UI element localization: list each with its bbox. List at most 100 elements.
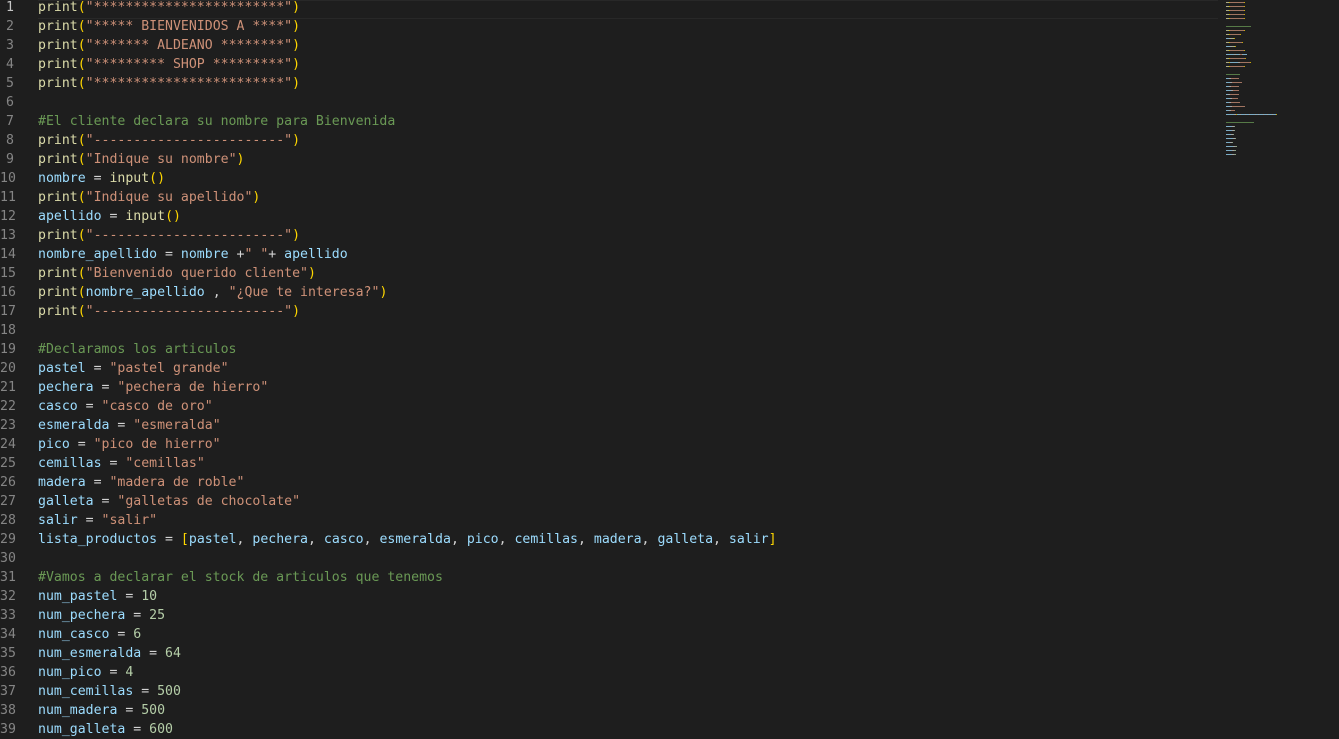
code-token: ( (77, 133, 86, 148)
code-line[interactable]: num_pechera = 25 (38, 606, 165, 625)
code-token: pico (466, 532, 499, 547)
line-number: 39 (0, 722, 16, 737)
code-line[interactable]: lista_productos = [pastel, pechera, casc… (38, 530, 777, 549)
code-token: num_cemillas (38, 684, 134, 699)
code-line[interactable]: galleta = "galletas de chocolate" (38, 492, 300, 511)
code-token: ) (292, 304, 301, 319)
code-line[interactable]: nombre_apellido = nombre +" "+ apellido (38, 245, 348, 264)
code-token: [ (180, 532, 189, 547)
code-token: print (38, 152, 78, 167)
code-line[interactable]: cemillas = "cemillas" (38, 454, 205, 473)
minimap-mark (1231, 110, 1235, 111)
code-token: nombre (180, 247, 229, 262)
code-token: 64 (165, 646, 181, 661)
minimap-mark (1244, 18, 1245, 19)
code-token: input (125, 209, 166, 224)
minimap-mark (1235, 146, 1237, 147)
code-line[interactable]: print("************************") (38, 74, 300, 93)
code-token: = (117, 703, 142, 718)
line-number: 26 (0, 475, 16, 490)
code-token: ( (77, 266, 86, 281)
code-line[interactable]: num_esmeralda = 64 (38, 644, 181, 663)
line-number: 21 (0, 380, 16, 395)
code-token: "pastel grande" (109, 361, 229, 376)
minimap-mark (1235, 46, 1236, 47)
minimap-mark (1244, 50, 1245, 51)
code-token: = (101, 209, 126, 224)
line-number: 30 (0, 551, 16, 566)
code-line[interactable]: num_cemillas = 500 (38, 682, 181, 701)
minimap-mark (1232, 98, 1238, 99)
code-line[interactable]: esmeralda = "esmeralda" (38, 416, 221, 435)
code-area[interactable]: print("************************") print("… (38, 0, 1218, 739)
minimap-mark (1230, 2, 1244, 3)
minimap-mark (1234, 126, 1235, 127)
minimap-mark (1232, 106, 1245, 107)
code-line[interactable]: casco = "casco de oro" (38, 397, 213, 416)
code-line[interactable]: num_casco = 6 (38, 625, 141, 644)
minimap-mark (1244, 14, 1245, 15)
code-token: ) (379, 285, 388, 300)
code-line[interactable]: madera = "madera de roble" (38, 473, 244, 492)
minimap-mark (1231, 102, 1240, 103)
code-line[interactable]: print("Indique su apellido") (38, 188, 260, 207)
minimap-mark (1226, 122, 1254, 123)
code-line[interactable]: apellido = input() (38, 207, 181, 226)
code-token: = (157, 532, 181, 547)
minimap-mark (1234, 154, 1236, 155)
code-line[interactable]: print(nombre_apellido , "¿Que te interes… (38, 283, 387, 302)
code-line[interactable]: num_pico = 4 (38, 663, 133, 682)
code-line[interactable]: print("------------------------") (38, 302, 300, 321)
line-number: 16 (0, 285, 16, 300)
code-line[interactable]: #Vamos a declarar el stock de articulos … (38, 568, 443, 587)
minimap-mark (1240, 62, 1250, 63)
code-token: ) (292, 133, 301, 148)
code-token: nombre (38, 171, 86, 186)
minimap-mark (1244, 30, 1245, 31)
code-token: = (133, 684, 158, 699)
code-line[interactable]: pico = "pico de hierro" (38, 435, 221, 454)
code-line[interactable]: pechera = "pechera de hierro" (38, 378, 268, 397)
code-line[interactable]: num_galleta = 600 (38, 720, 173, 739)
code-line[interactable]: #El cliente declara su nombre para Bienv… (38, 112, 395, 131)
code-token: , (641, 532, 658, 547)
code-token: 25 (149, 608, 166, 623)
code-line[interactable]: print("Indique su nombre") (38, 150, 244, 169)
code-token: = (141, 646, 166, 661)
code-token: "************************" (85, 0, 293, 15)
minimap-mark (1231, 86, 1239, 87)
code-token: ) (252, 190, 261, 205)
code-line[interactable]: num_madera = 500 (38, 701, 165, 720)
code-token: = (85, 171, 110, 186)
code-line[interactable]: print("------------------------") (38, 131, 300, 150)
code-line[interactable]: #Declaramos los articulos (38, 340, 237, 359)
code-line[interactable]: print("********* SHOP *********") (38, 55, 300, 74)
code-token: apellido (38, 209, 102, 224)
code-line[interactable]: print("************************") (38, 0, 300, 17)
code-line[interactable]: num_pastel = 10 (38, 587, 157, 606)
code-line[interactable]: print("Bienvenido querido cliente") (38, 264, 316, 283)
code-token: ( (77, 304, 86, 319)
code-token: ) (236, 152, 245, 167)
line-number: 29 (0, 532, 16, 547)
code-token: 6 (133, 627, 142, 642)
code-token: esmeralda (38, 418, 110, 433)
code-line[interactable]: print("***** BIENVENIDOS A ****") (38, 17, 300, 36)
code-token: pechera (252, 532, 308, 547)
code-line[interactable]: print("------------------------") (38, 226, 300, 245)
minimap[interactable] (1224, 0, 1339, 739)
code-token: 500 (157, 684, 181, 699)
minimap-mark (1244, 6, 1245, 7)
code-line[interactable]: pastel = "pastel grande" (38, 359, 229, 378)
code-token: "cemillas" (125, 456, 205, 471)
code-line[interactable]: print("******* ALDEANO ********") (38, 36, 300, 55)
code-line[interactable]: salir = "salir" (38, 511, 157, 530)
code-line[interactable]: nombre = input() (38, 169, 165, 188)
code-editor[interactable]: 1 2 3 4 5 6 7 8 9 10 11 12 13 14 15 16 17 18 19 20 21 22 23 24 2… (0, 0, 1339, 739)
code-token: "Indique su apellido" (85, 190, 253, 205)
code-token: = (125, 722, 150, 737)
minimap-mark (1230, 42, 1242, 43)
code-token: num_pechera (38, 608, 126, 623)
line-number: 25 (0, 456, 16, 471)
code-token: " " (244, 247, 269, 262)
